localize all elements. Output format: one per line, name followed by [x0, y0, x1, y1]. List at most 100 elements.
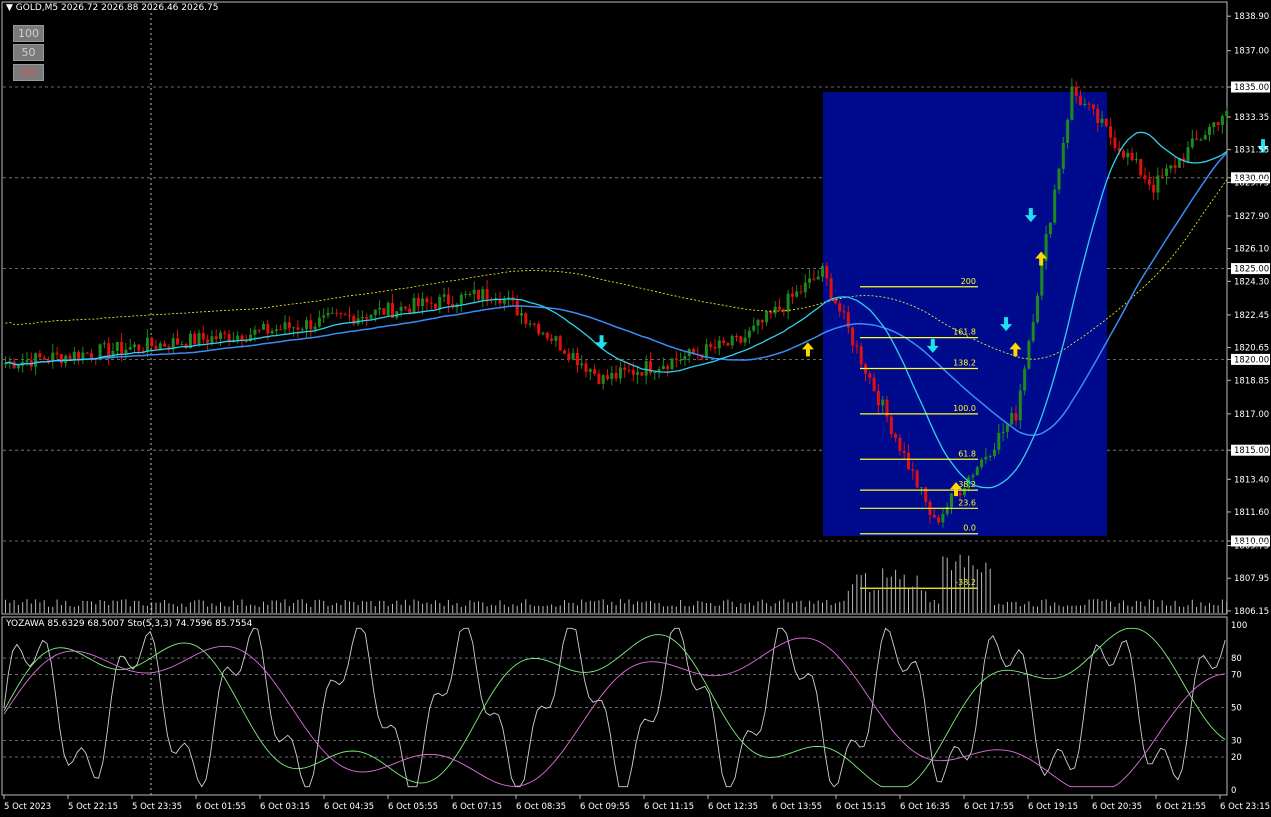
- candle-body: [283, 322, 287, 330]
- price-axis-label: 1815.00: [1234, 446, 1269, 456]
- candle-body: [90, 353, 93, 358]
- candle-body: [997, 432, 1001, 450]
- candle-body: [1156, 175, 1160, 193]
- candle-body: [274, 329, 278, 331]
- candle-body: [550, 338, 554, 341]
- candle-body: [1139, 159, 1143, 176]
- candle-body: [236, 335, 240, 340]
- candle-body: [1091, 104, 1095, 109]
- candle-body: [790, 293, 794, 297]
- candle-body: [1048, 222, 1052, 235]
- candle-body: [653, 372, 657, 374]
- candle-body: [412, 297, 416, 314]
- candle-body: [150, 337, 154, 347]
- fib-level-label: 200: [961, 277, 976, 286]
- candle-body: [266, 323, 270, 334]
- price-axis-label: 1807.95: [1234, 574, 1269, 584]
- candle-body: [636, 372, 640, 375]
- level-button-100[interactable]: 100: [13, 25, 44, 42]
- candle-body: [575, 352, 579, 366]
- candle-body: [1195, 138, 1199, 140]
- buy-arrow-icon: [801, 342, 814, 357]
- candle-body: [64, 355, 68, 364]
- candle-body: [786, 293, 790, 312]
- candle-body: [915, 470, 919, 488]
- candle-body: [649, 361, 652, 374]
- time-axis-label: 5 Oct 2023: [4, 802, 51, 812]
- candle-body: [1087, 103, 1091, 105]
- candle-body: [1104, 118, 1108, 127]
- candle-body: [593, 369, 597, 374]
- chart-window[interactable]: 200 161.8 138.2 100.0 61.8 38.2 23.6 0.0 -38.2 18…: [0, 0, 1271, 817]
- candle-body: [524, 313, 528, 324]
- candle-body: [821, 265, 824, 277]
- time-axis: 5 Oct 2023 5 Oct 22:15 5 Oct 23:35 6 Oct 01…: [3, 795, 1270, 812]
- time-axis-label: 6 Oct 05:55: [388, 802, 438, 812]
- oscillator-axis-label: 100: [1231, 621, 1247, 631]
- oscillator-axis-label: 70: [1231, 671, 1242, 681]
- candle-body: [958, 493, 962, 496]
- candle-body: [115, 341, 119, 351]
- level-button-25[interactable]: 25: [13, 64, 44, 81]
- candle-body: [1001, 431, 1005, 433]
- candle-body: [378, 307, 382, 310]
- candle-body: [971, 475, 975, 478]
- candle-body: [163, 343, 167, 347]
- time-axis-label: 6 Oct 03:15: [260, 802, 310, 812]
- fib-level-label: 0.0: [963, 524, 976, 533]
- candle-body: [713, 346, 717, 349]
- candle-body: [606, 375, 609, 379]
- candle-body: [1126, 152, 1130, 158]
- time-axis-label: 6 Oct 07:15: [452, 802, 502, 812]
- candle-body: [584, 363, 588, 372]
- level-button-50[interactable]: 50: [13, 44, 44, 61]
- oscillator-axis-label: 30: [1231, 737, 1242, 747]
- candle-body: [1169, 165, 1173, 169]
- price-chart[interactable]: 200161.8138.2100.061.838.223.60.0-38.218…: [0, 0, 1271, 817]
- candle-body: [1100, 118, 1104, 123]
- candle-body: [1005, 424, 1009, 432]
- candle-body: [855, 345, 859, 347]
- time-axis-label: 6 Oct 13:55: [772, 802, 822, 812]
- candle-body: [773, 306, 777, 314]
- price-axis-label: 1829.75: [1234, 178, 1269, 188]
- candle-body: [365, 317, 369, 319]
- time-axis-label: 6 Oct 09:55: [580, 802, 630, 812]
- candle-body: [950, 493, 953, 507]
- candle-body: [477, 289, 480, 300]
- candle-body: [1143, 175, 1147, 180]
- candle-body: [360, 317, 364, 319]
- candle-body: [984, 456, 988, 460]
- candle-body: [924, 487, 928, 502]
- fib-level-label: 23.6: [958, 498, 976, 507]
- time-axis-label: 6 Oct 04:35: [324, 802, 374, 812]
- candle-body: [128, 347, 132, 350]
- candle-body: [25, 360, 29, 362]
- candle-body: [176, 338, 179, 345]
- candle-body: [253, 329, 257, 335]
- price-axis-label: 1827.90: [1234, 212, 1269, 222]
- candle-body: [180, 344, 184, 346]
- candle-body: [85, 352, 89, 354]
- candle-body: [1014, 413, 1018, 421]
- price-axis-label: 1813.40: [1234, 475, 1269, 485]
- candle-body: [77, 351, 81, 360]
- candle-body: [438, 296, 442, 309]
- candle-body: [739, 336, 743, 343]
- candle-body: [932, 514, 936, 518]
- candle-body: [1225, 110, 1229, 117]
- candle-body: [816, 276, 820, 280]
- chart-menu-icon[interactable]: ▼: [6, 3, 13, 13]
- price-axis-label: 1820.65: [1234, 344, 1269, 354]
- candle-body: [803, 282, 807, 293]
- candle-body: [851, 327, 855, 346]
- candle-body: [34, 353, 38, 367]
- candle-body: [532, 323, 536, 325]
- fib-level-label: 61.8: [958, 449, 976, 458]
- candle-body: [726, 343, 730, 346]
- candle-body: [722, 340, 726, 344]
- candle-body: [889, 416, 893, 435]
- fib-level-label: 138.2: [953, 358, 976, 367]
- candle-body: [442, 294, 446, 297]
- price-axis-label: 1811.60: [1234, 508, 1269, 518]
